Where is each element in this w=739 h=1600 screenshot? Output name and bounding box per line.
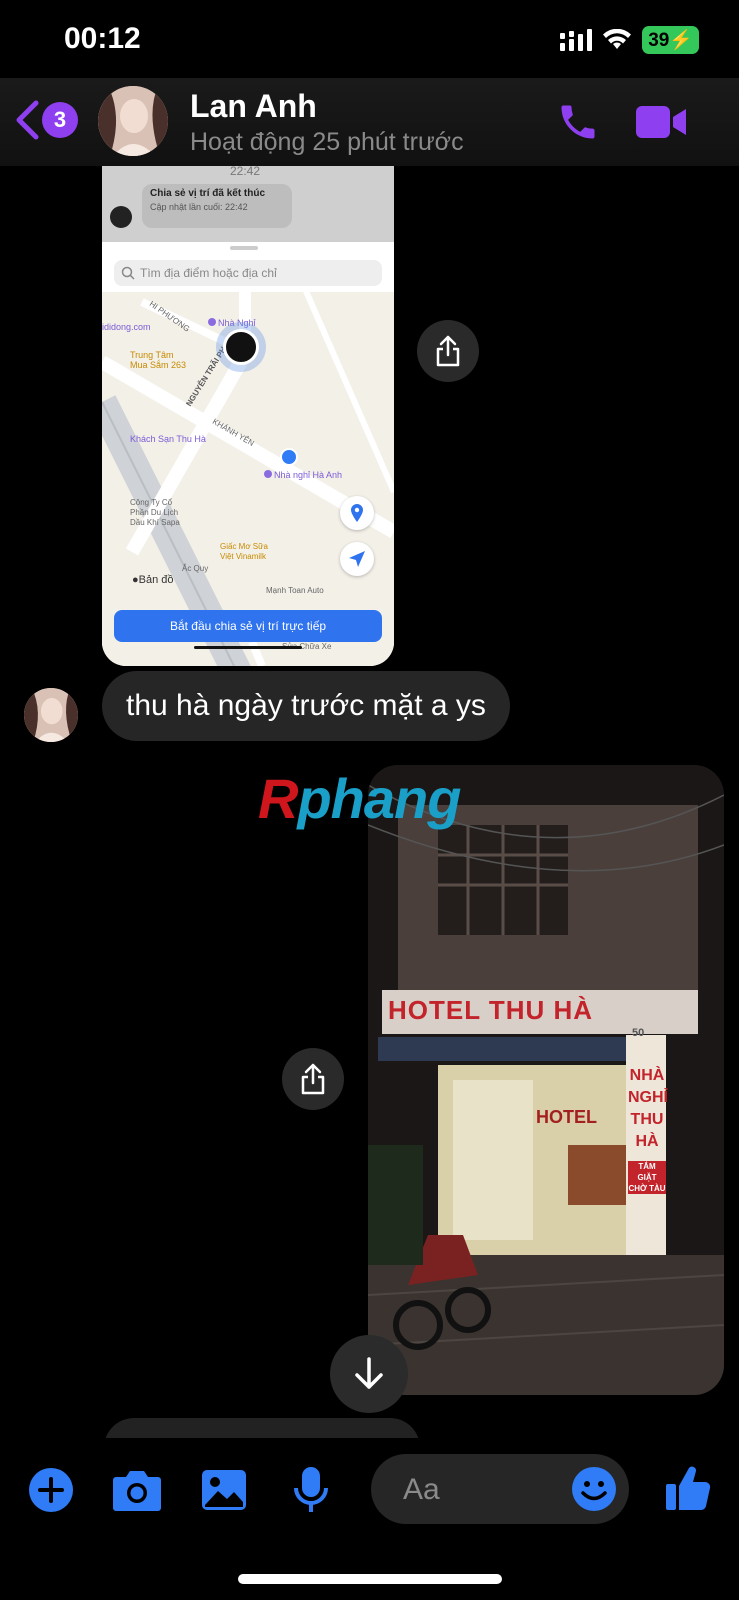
map-label-cong-ty: Công Ty Cổ Phần Du Lịch Dầu Khí Sapa	[130, 498, 180, 528]
battery-indicator: 39⚡	[642, 26, 699, 54]
scroll-to-bottom-button[interactable]	[330, 1335, 408, 1413]
vertical-sign-sub-1: TẮM GIẶT	[637, 1162, 657, 1182]
contact-name[interactable]: Lan Anh	[190, 88, 317, 125]
emoji-icon	[572, 1467, 616, 1511]
add-button[interactable]	[25, 1464, 77, 1516]
map-label-giac-mo-2: Việt Vinamilk	[220, 552, 266, 561]
avatar-photo	[98, 86, 168, 156]
map-label-ac-quy: Ắc Quy	[182, 564, 209, 573]
map-label-nha-nghi-ha-anh: Nhà nghỉ Hà Anh	[264, 470, 342, 480]
map-streets	[102, 242, 394, 666]
contact-avatar[interactable]	[98, 86, 168, 156]
map-label-trung-tam: Trung Tâm Mua Sắm 263	[130, 350, 186, 370]
map-label-ban-do: ●Bản đồ	[132, 574, 174, 586]
voice-message-button[interactable]	[285, 1464, 337, 1516]
map-search-field[interactable]: Tìm địa điểm hoặc địa chỉ	[114, 260, 382, 286]
camera-icon	[113, 1471, 161, 1511]
map-label-cong-ty-3: Dầu Khí Sapa	[130, 518, 180, 527]
cellular-signal-icon	[560, 29, 593, 51]
watermark-part-1: R	[258, 767, 298, 830]
microphone-icon	[294, 1467, 328, 1512]
gallery-button[interactable]	[198, 1464, 250, 1516]
sender-avatar[interactable]	[24, 688, 78, 742]
video-camera-icon	[636, 106, 686, 138]
map-label-giac-mo-1: Giấc Mơ Sữa	[220, 542, 268, 551]
status-time: 00:12	[64, 22, 141, 55]
map-sheet-header: Tìm địa điểm hoặc địa chỉ	[102, 242, 394, 292]
hotel-sign-main: HOTEL THU HÀ	[388, 995, 594, 1025]
map-label-trung-tam-2: Mua Sắm 263	[130, 360, 187, 370]
sender-avatar-photo	[24, 688, 78, 742]
current-location-dot	[280, 448, 298, 466]
unread-badge: 3	[42, 102, 78, 138]
map-label-trung-tam-1: Trung Tâm	[130, 350, 174, 360]
back-button[interactable]: 3	[14, 100, 78, 140]
map-label-didong: ididong.com	[102, 322, 151, 332]
hotel-photo-image	[368, 765, 724, 1395]
vertical-sign: NHÀ NGHỈ THU HÀ TẮM GIẶT CHỜ TÀU	[628, 1065, 668, 1194]
emoji-button[interactable]	[571, 1466, 617, 1517]
location-arrow-icon	[349, 551, 365, 567]
vertical-sign-line-1: NHÀ	[629, 1067, 665, 1084]
locate-me-button[interactable]	[340, 542, 374, 576]
address-number: 50	[632, 1027, 645, 1039]
video-call-button[interactable]	[636, 102, 688, 147]
screenshot-top: 22:42 Chia sẻ vị trí đã kết thúc Cập nhậ…	[102, 166, 394, 242]
share-photo-button[interactable]	[282, 1048, 344, 1110]
watermark-part-2: phang	[297, 767, 461, 830]
image-icon	[202, 1470, 246, 1510]
wifi-icon	[603, 29, 632, 49]
map-pin-icon	[351, 504, 363, 522]
map-label-giac-mo: Giấc Mơ Sữa Việt Vinamilk	[220, 542, 268, 562]
thumbs-up-icon	[666, 1466, 711, 1511]
map-sheet: Tìm địa điểm hoặc địa chỉ HI PHƯƠNG Nhà …	[102, 242, 394, 666]
map-label-nha-nghi-ha-anh-text: Nhà nghỉ Hà Anh	[274, 470, 343, 480]
hotel-sign-inner: HOTEL	[536, 1107, 597, 1127]
chevron-left-icon	[16, 100, 39, 140]
message-input[interactable]	[401, 1454, 555, 1526]
plus-circle-icon	[29, 1468, 73, 1512]
activity-status: Hoạt động 25 phút trước	[190, 128, 464, 156]
share-location-screenshot-button[interactable]	[417, 320, 479, 382]
vertical-sign-sub-2: CHỜ TÀU	[628, 1184, 666, 1193]
map-pin-button[interactable]	[340, 496, 374, 530]
apple-logo-icon: ●	[132, 574, 139, 586]
status-icons: 39⚡	[560, 26, 699, 54]
camera-button[interactable]	[111, 1464, 163, 1516]
screenshot-home-indicator	[194, 646, 302, 649]
user-location-pin	[216, 322, 266, 372]
arrow-down-icon	[355, 1357, 383, 1389]
map-label-khach-san: Khách Sạn Thu Hà	[130, 434, 206, 444]
start-live-location-button[interactable]: Bắt đầu chia sẻ vị trí trực tiếp	[114, 610, 382, 642]
search-icon	[121, 266, 135, 280]
map-label-ban-do-text: Bản đồ	[138, 574, 174, 586]
hotel-photo[interactable]: HOTEL THU HÀ HOTEL 50 NHÀ NGHỈ THU HÀ TẮ…	[368, 765, 724, 1395]
sender-mini-avatar	[110, 206, 132, 228]
share-ended-subtitle: Cập nhật lần cuối: 22:42	[150, 202, 248, 212]
like-button[interactable]	[662, 1462, 714, 1514]
screenshot-time: 22:42	[230, 166, 261, 178]
share-ended-title: Chia sẻ vị trí đã kết thúc	[150, 188, 266, 199]
map-label-cong-ty-2: Phần Du Lịch	[130, 508, 179, 517]
vertical-sign-sub: TẮM GIẶT CHỜ TÀU	[628, 1161, 666, 1194]
search-placeholder: Tìm địa điểm hoặc địa chỉ	[140, 266, 277, 280]
message-bubble[interactable]: thu hà ngày trước mặt a ys	[102, 671, 510, 741]
vertical-sign-line-2: NGHỈ	[628, 1089, 668, 1106]
location-screenshot[interactable]: 22:42 Chia sẻ vị trí đã kết thúc Cập nhậ…	[102, 166, 394, 666]
home-indicator	[238, 1574, 502, 1584]
share-icon	[436, 335, 460, 367]
message-input-container	[371, 1454, 629, 1526]
sheet-grabber	[230, 246, 258, 250]
map-label-manh-toan: Mạnh Toan Auto	[266, 586, 324, 595]
vertical-sign-line-4: HÀ	[635, 1133, 659, 1150]
audio-call-button[interactable]	[556, 100, 600, 149]
map-label-cong-ty-1: Công Ty Cổ	[130, 498, 173, 507]
phone-icon	[561, 105, 595, 139]
share-icon	[301, 1063, 325, 1095]
battery-level: 39	[648, 30, 670, 51]
vertical-sign-line-3: THU	[630, 1111, 664, 1128]
share-ended-bubble: Chia sẻ vị trí đã kết thúc Cập nhật lần …	[142, 184, 292, 228]
watermark-logo: Rphang	[258, 766, 461, 831]
